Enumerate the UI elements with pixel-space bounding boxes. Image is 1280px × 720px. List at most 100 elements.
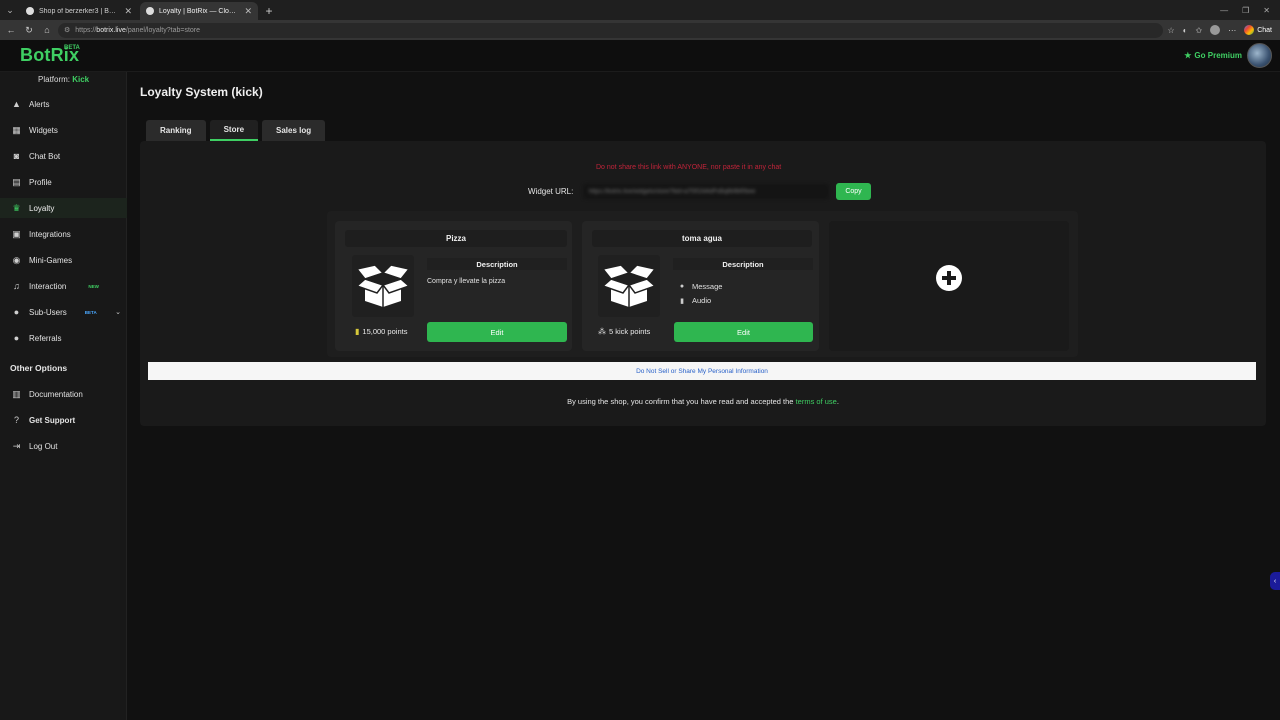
add-item-card[interactable] <box>829 221 1069 351</box>
minimize-icon[interactable]: — <box>1220 6 1228 15</box>
copy-button[interactable]: Copy <box>836 183 871 200</box>
store-item-title: Pizza <box>345 230 567 247</box>
sidebar-item-get-support[interactable]: ? Get Support <box>0 410 127 430</box>
close-icon[interactable]: ✕ <box>244 6 252 17</box>
sidebar-item-label: Widgets <box>29 125 58 135</box>
sidebar-item-label: Mini-Games <box>29 255 73 265</box>
go-premium-label: Go Premium <box>1194 51 1242 60</box>
window-controls: — ❐ ✕ <box>1220 0 1280 20</box>
back-arrow-icon[interactable]: ← <box>4 23 18 37</box>
question-icon: ? <box>13 415 19 425</box>
kick-points-icon: ⁂ <box>598 327 606 336</box>
store-item-card: toma agua Description ● Message ▮ Audio … <box>582 221 819 351</box>
page-title: Loyalty System (kick) <box>140 85 263 99</box>
platform-label: Platform: <box>38 75 73 84</box>
trophy-icon: ♛ <box>12 202 21 213</box>
new-tab-plus-icon[interactable]: + <box>260 2 278 20</box>
sidebar-item-label: Chat Bot <box>29 151 61 161</box>
reload-icon[interactable]: ↻ <box>22 23 36 37</box>
sidebar-item-sub-users[interactable]: ● Sub-Users BETA ⌄ <box>0 302 127 322</box>
platform-value: Kick <box>72 75 90 84</box>
url-input[interactable]: ⚙ https://botrix.live/panel/loyalty?tab=… <box>58 22 1164 38</box>
tab-sales-log[interactable]: Sales log <box>262 120 326 141</box>
copilot-icon <box>1244 25 1255 35</box>
users-icon: ● <box>13 307 20 317</box>
close-icon[interactable]: ✕ <box>124 6 132 17</box>
bookmark-star-icon[interactable]: ☆ <box>1167 26 1174 35</box>
sidebar-item-mini-games[interactable]: ◉ Mini-Games <box>0 250 127 270</box>
widget-url-label: Widget URL: <box>528 187 574 196</box>
open-box-icon <box>355 265 411 307</box>
sidebar-item-label: Sub-Users <box>29 307 67 317</box>
sidebar-item-interaction[interactable]: ♫ Interaction NEW <box>0 276 127 296</box>
item-price-label: 5 kick points <box>609 327 651 336</box>
plus-circle-icon[interactable] <box>936 265 962 291</box>
sidebar-item-label: Get Support <box>29 415 76 425</box>
chevron-down-icon[interactable]: ⌄ <box>115 308 121 316</box>
edit-button[interactable]: Edit <box>427 322 567 342</box>
sidebar-item-label: Log Out <box>29 441 58 451</box>
sidebar-item-label: Referrals <box>29 333 62 343</box>
window-close-icon[interactable]: ✕ <box>1263 6 1270 15</box>
sidebar-item-label: Interaction <box>29 281 67 291</box>
sidebar-item-widgets[interactable]: ▦ Widgets <box>0 120 127 140</box>
item-description: Compra y llevate la pizza <box>427 278 506 285</box>
url-scheme: https:// <box>75 26 97 34</box>
tab-title: Shop of berzerker3 | BotRix — Cl <box>39 7 120 15</box>
menu-dots-icon[interactable]: ⋯ <box>1228 26 1236 35</box>
robot-icon: ◙ <box>13 151 20 161</box>
side-panel-toggle[interactable]: ‹ <box>1270 572 1280 590</box>
restore-icon[interactable]: ❐ <box>1242 6 1249 15</box>
go-premium-button[interactable]: ★ Go Premium <box>1184 51 1242 60</box>
sidebar-item-profile[interactable]: ▤ Profile <box>0 172 127 192</box>
botrix-favicon-icon <box>146 7 154 15</box>
puzzle-icon: ▣ <box>12 228 21 239</box>
favorites-icon[interactable]: ✩ <box>1196 26 1203 35</box>
loyalty-tabs: Ranking Store Sales log <box>146 120 326 141</box>
platform-indicator: Platform: Kick <box>38 75 89 84</box>
item-price-label: 15,000 points <box>362 327 408 336</box>
terms-link[interactable]: terms of use <box>796 397 837 406</box>
botrix-favicon-icon <box>26 7 34 15</box>
logo-beta-badge: BETA <box>64 45 80 51</box>
widget-url-field[interactable]: https://botrix.live/widgets/store?bid=a7… <box>583 184 829 199</box>
store-item-image <box>352 255 414 317</box>
privacy-banner: Do Not Sell or Share My Personal Informa… <box>148 362 1256 380</box>
app-header: BotRix BETA ★ Go Premium <box>0 40 1280 72</box>
tab-title: Loyalty | BotRix — Cloud Streamin <box>159 7 239 15</box>
chat-label: Chat <box>1257 26 1272 34</box>
browser-tab-loyalty[interactable]: Loyalty | BotRix — Cloud Streamin ✕ <box>140 2 258 20</box>
site-info-icon[interactable]: ⚙ <box>64 26 70 34</box>
browser-tab-shop[interactable]: Shop of berzerker3 | BotRix — Cl ✕ <box>20 2 138 20</box>
sidebar-item-loyalty[interactable]: ♛ Loyalty <box>0 198 127 218</box>
extensions-icon[interactable]: ◐ <box>1183 26 1188 35</box>
terms-text: By using the shop, you confirm that you … <box>567 397 796 406</box>
terms-suffix: . <box>836 397 839 406</box>
store-item-title: toma agua <box>592 230 812 247</box>
tab-search-icon[interactable]: ⌄ <box>0 0 20 20</box>
item-price: ⁂ 5 kick points <box>598 327 650 336</box>
beta-badge: BETA <box>84 309 97 315</box>
chat-button[interactable]: Chat <box>1244 25 1272 35</box>
home-icon[interactable]: ⌂ <box>40 23 54 37</box>
description-header: Description <box>673 258 813 270</box>
terms-notice: By using the shop, you confirm that you … <box>0 397 1280 406</box>
url-host: botrix.live <box>96 26 126 34</box>
tab-store[interactable]: Store <box>209 120 259 141</box>
tab-ranking[interactable]: Ranking <box>146 120 206 141</box>
new-badge: NEW <box>88 283 99 289</box>
chevron-left-icon: ‹ <box>1273 577 1277 585</box>
browser-profile-avatar[interactable] <box>1210 25 1221 35</box>
open-box-icon <box>601 265 657 307</box>
privacy-link[interactable]: Do Not Sell or Share My Personal Informa… <box>636 368 768 375</box>
user-avatar[interactable] <box>1247 43 1272 68</box>
sidebar-item-log-out[interactable]: ⇥ Log Out <box>0 436 127 456</box>
sidebar-item-integrations[interactable]: ▣ Integrations <box>0 224 127 244</box>
gamepad-icon: ◉ <box>12 254 21 265</box>
sidebar-item-referrals[interactable]: ● Referrals <box>0 328 127 348</box>
coins-icon: ▮ <box>355 327 360 336</box>
edit-button[interactable]: Edit <box>674 322 813 342</box>
sidebar-item-alerts[interactable]: ▲ Alerts <box>0 94 127 114</box>
sidebar-item-chat-bot[interactable]: ◙ Chat Bot <box>0 146 127 166</box>
share-warning: Do not share this link with ANYONE, nor … <box>596 164 782 171</box>
